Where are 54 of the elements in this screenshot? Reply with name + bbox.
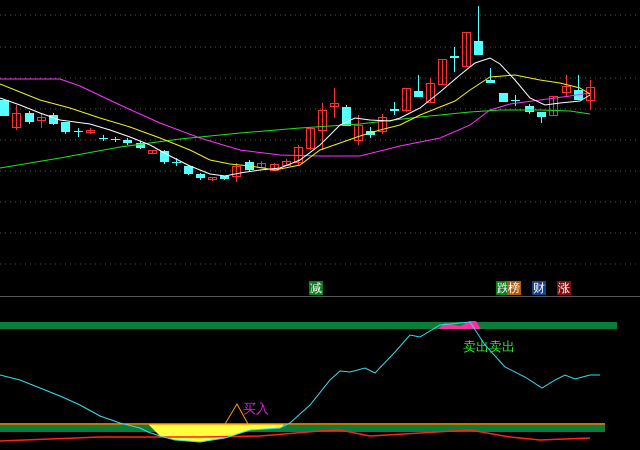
candlestick (390, 102, 399, 116)
candlestick (562, 74, 571, 96)
candlestick (0, 100, 9, 116)
candlestick (525, 104, 534, 114)
candlestick (184, 164, 193, 176)
candlestick (462, 32, 471, 67)
candlestick (245, 160, 254, 172)
candlestick (74, 128, 83, 138)
candlestick (574, 74, 583, 100)
candlestick (586, 80, 595, 110)
candlestick (402, 88, 411, 112)
candlestick (511, 94, 520, 106)
candlestick (86, 128, 95, 134)
candlestick (61, 122, 70, 134)
sell-signal-label: 卖出卖出 (463, 340, 515, 355)
candlestick (196, 172, 205, 180)
candlestick (37, 112, 46, 128)
candlestick (270, 162, 279, 172)
indicator-tag: 减 (309, 281, 323, 295)
candlestick (318, 102, 327, 150)
candlestick (136, 140, 145, 150)
candlestick (450, 46, 459, 72)
candlestick (486, 68, 495, 84)
candlestick (537, 112, 546, 124)
candlestick (99, 134, 108, 142)
candlestick (294, 144, 303, 166)
candlestick (306, 128, 315, 150)
candlestick (111, 136, 120, 142)
sell-zone-area (438, 321, 481, 329)
candlestick (220, 176, 229, 180)
indicator-tag: 财 (532, 281, 546, 295)
candlestick (232, 162, 241, 182)
candlestick (366, 126, 375, 138)
candlestick (438, 58, 447, 85)
candlestick (549, 96, 558, 116)
buy-signal-label: 买入 (243, 402, 269, 417)
candlestick (354, 114, 363, 146)
candlestick (148, 150, 157, 154)
indicator-tag: 榜 (507, 281, 521, 295)
indicator-tag: 涨 (557, 281, 571, 295)
candlestick (426, 78, 435, 103)
candlestick (378, 114, 387, 134)
candlestick (474, 6, 483, 56)
candlestick (172, 158, 181, 166)
candlestick (25, 110, 34, 124)
candlestick (414, 74, 423, 98)
candlestick (282, 158, 291, 166)
candlestick (499, 92, 508, 102)
candlestick (123, 138, 132, 146)
candlestick (12, 104, 21, 130)
candlestick (160, 150, 169, 164)
candlestick (330, 88, 339, 118)
candlestick (208, 176, 217, 182)
candlestick (257, 160, 266, 168)
